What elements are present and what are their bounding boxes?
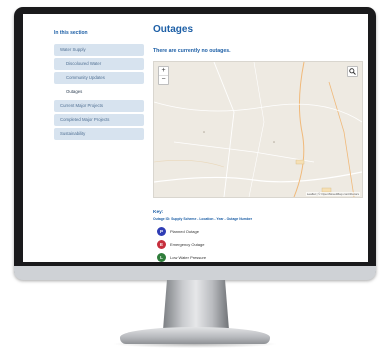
sidebar-nav: Water Supply Discoloured Water Community… xyxy=(54,44,144,142)
screen: In this section Water Supply Discoloured… xyxy=(23,14,368,262)
key-description: Outage ID: Supply Scheme - Location - Ye… xyxy=(153,217,253,221)
low-water-pressure-pin-icon: L xyxy=(157,253,166,262)
legend-label: Low Water Pressure xyxy=(170,255,207,260)
outage-map[interactable]: + − Leaflet | © OpenStreetMap contributo… xyxy=(153,61,363,198)
map-zoom-out-button[interactable]: − xyxy=(159,75,168,84)
legend-planned-outage: P Planned Outage xyxy=(157,227,247,237)
map-zoom-controls: + − xyxy=(158,66,169,85)
outage-status-text: There are currently no outages. xyxy=(153,48,231,54)
map-search-button[interactable] xyxy=(347,66,358,77)
page-title: Outages xyxy=(153,24,194,35)
monitor-chin xyxy=(14,266,376,280)
search-icon xyxy=(349,68,356,75)
legend-label: Planned Outage xyxy=(170,229,199,234)
monitor-stand-neck xyxy=(163,280,229,330)
sidebar-item-completed-major-projects[interactable]: Completed Major Projects xyxy=(54,114,144,126)
sidebar-item-water-supply[interactable]: Water Supply xyxy=(54,44,144,56)
legend-low-water-pressure: L Low Water Pressure xyxy=(157,253,247,262)
monitor-stand-base xyxy=(120,327,270,344)
planned-outage-pin-icon: P xyxy=(157,227,166,236)
map-zoom-in-button[interactable]: + xyxy=(159,67,168,75)
sidebar-item-community-updates[interactable]: Community Updates xyxy=(54,72,144,84)
legend-label: Emergency Outage xyxy=(170,242,205,247)
map-roads xyxy=(154,62,362,197)
sidebar-item-outages[interactable]: Outages xyxy=(54,86,144,98)
map-attribution[interactable]: Leaflet | © OpenStreetMap contributors xyxy=(305,192,360,196)
key-title: Key: xyxy=(153,210,164,215)
emergency-outage-pin-icon: E xyxy=(157,240,166,249)
sidebar-item-discoloured-water[interactable]: Discoloured Water xyxy=(54,58,144,70)
sidebar-heading: In this section xyxy=(54,30,88,36)
sidebar-item-sustainability[interactable]: Sustainability xyxy=(54,128,144,140)
legend-emergency-outage: E Emergency Outage xyxy=(157,240,247,250)
sidebar-item-current-major-projects[interactable]: Current Major Projects xyxy=(54,100,144,112)
